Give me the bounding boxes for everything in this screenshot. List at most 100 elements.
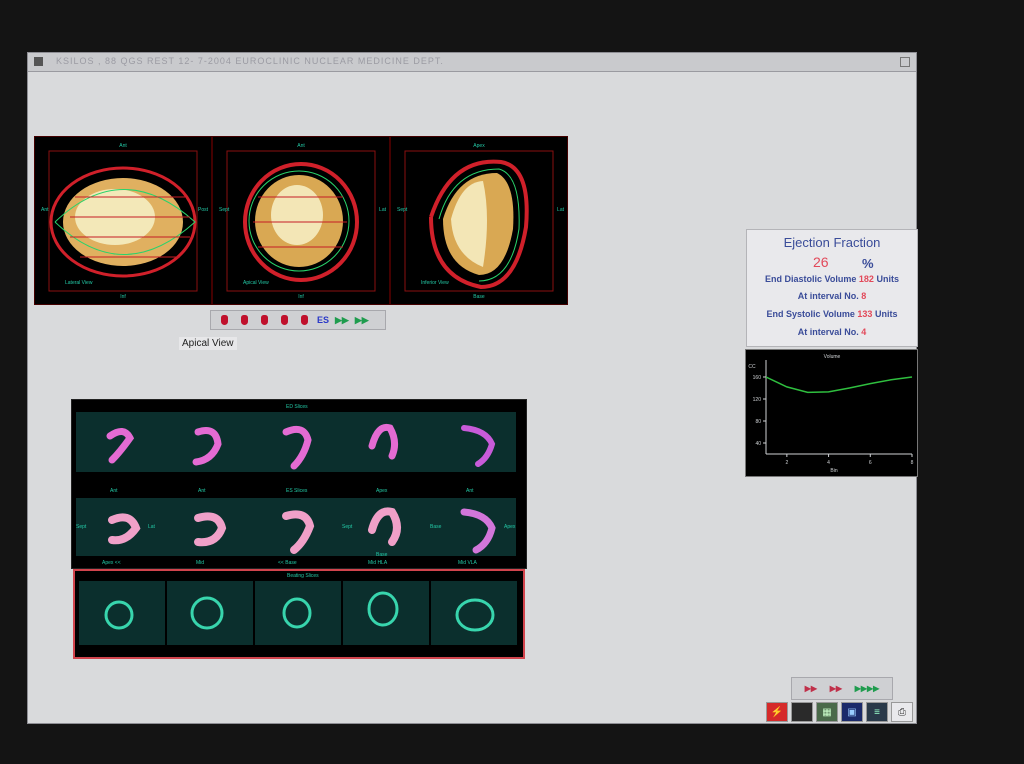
heart-view-button-5[interactable] [297,313,311,327]
beating-slices-panel[interactable]: Beating Slices [73,569,525,659]
ed-slices-header: ED Slices [286,404,308,410]
beating-slices-image [79,581,517,645]
pause-red-icon[interactable]: ▶▶ [830,684,842,693]
maximize-icon[interactable] [900,57,910,67]
slice-bottom-label: Mid [196,560,205,566]
slice-side-label: Sept [76,524,87,530]
heart-view-button-1[interactable] [217,313,231,327]
slice-side-label: Sept [342,524,353,530]
orient-top: Ant [297,143,305,149]
orient-top: Apex [473,143,485,149]
orient-left: Ant [41,207,49,213]
heart-icon [280,315,288,325]
black-square-icon[interactable] [791,702,813,722]
ef-title: Ejection Fraction [783,235,881,250]
window-title: KSILOS , 88 QGS REST 12- 7-2004 EUROCLIN… [56,56,444,66]
orient-left: Sept [219,207,230,213]
ejection-fraction-panel: Ejection Fraction 26 % End Diastolic Vol… [746,229,918,347]
orient-right: Lat [379,207,386,213]
ed-es-slices-panel[interactable]: ED Slices ES Slices Ant Ant Apex Ant Sep… [71,399,527,569]
volume-series-line [765,376,913,394]
view-name: Apical View [243,280,269,286]
x-tick-label: 8 [911,460,914,466]
view-toolbar: ES ▶▶ ▶▶ [210,310,386,330]
y-tick-label: 160 [753,375,762,381]
orient-right: Post [197,207,208,213]
slices-image [72,400,526,568]
edv-row: End Diastolic Volume 182 Units [747,274,917,284]
y-tick-label: 40 [755,441,761,447]
heart-view-button-2[interactable] [237,313,251,327]
orient-bottom: Inf [298,294,304,300]
orient-left: Sept [397,207,408,213]
app-window: KSILOS , 88 QGS REST 12- 7-2004 EUROCLIN… [27,52,918,724]
view-name: Inferior View [421,280,449,286]
ef-unit: % [862,256,874,271]
heart-view-button-4[interactable] [277,313,291,327]
y-axis-label: CC [748,364,756,370]
pause-play-icon[interactable]: ▶▶ [355,315,369,326]
fast-forward-icon[interactable]: ▶▶▶▶ [855,684,880,693]
heart-icon [240,315,248,325]
es-slices-header: ES Slices [286,488,308,494]
esv-row: End Systolic Volume 133 Units [747,309,917,319]
ed-interval-value: 8 [861,291,867,301]
monitor-icon[interactable]: ▣ [841,702,863,722]
y-tick-label: 80 [755,419,761,425]
play-red-icon[interactable]: ▶▶ [805,684,817,693]
beating-slices-header: Beating Slices [287,573,319,579]
orient-top: Ant [119,143,127,149]
slice-side-label: Apex [504,524,516,530]
edv-value: 182 [858,274,874,284]
lightning-icon[interactable]: ⚡ [766,702,788,722]
ed-interval-row: At interval No. 8 [747,291,917,301]
x-tick-label: 6 [869,460,872,466]
heart-view-button-3[interactable] [257,313,271,327]
volume-curve-chart: Volume CC Bin 40 80 120 160 2 4 6 8 [745,349,918,477]
edv-label: End Diastolic Volume [765,274,857,284]
es-interval-label: At interval No. [797,327,859,337]
esv-label: End Systolic Volume [766,309,855,319]
apical-view-pane[interactable]: Ant Sept Lat Apical View Inf [212,136,390,305]
slice-side-label: Base [430,524,442,530]
slice-label: Base [376,552,388,558]
printer-icon[interactable]: ⎙ [891,702,913,722]
x-tick-label: 2 [785,460,788,466]
playback-bar: ▶▶ ▶▶ ▶▶▶▶ [791,677,893,700]
heart-icon [300,315,308,325]
orient-right: Lat [557,207,564,213]
esv-value: 133 [857,309,873,319]
heart-icon [260,315,268,325]
chart-title: Volume [824,354,841,360]
slice-bottom-label: Mid VLA [458,560,477,566]
es-button[interactable]: ES [317,315,329,325]
volume-chart-svg: Volume CC Bin 40 80 120 160 2 4 6 8 [748,354,914,474]
slice-side-label: Lat [148,524,155,530]
es-interval-row: At interval No. 4 [747,327,917,337]
inferior-view-pane[interactable]: Apex Sept Lat Inferior View Base [390,136,568,305]
edv-unit: Units [876,274,899,284]
slice-label: Ant [466,488,474,494]
bottom-icon-row: ⚡ ▦ ▣ ≡ ⎙ [766,701,918,723]
slice-bottom-label: << Base [278,560,297,566]
ed-interval-label: At interval No. [797,291,859,301]
tooltip: Apical View [179,337,237,350]
x-axis-label: Bin [830,468,837,474]
slice-bottom-label: Apex << [102,560,121,566]
slice-label: Ant [110,488,118,494]
y-tick-label: 120 [753,397,762,403]
esv-unit: Units [874,309,898,319]
ef-value: 26 [813,254,829,270]
es-interval-value: 4 [861,327,867,337]
title-bar[interactable]: KSILOS , 88 QGS REST 12- 7-2004 EUROCLIN… [28,53,916,72]
x-tick-label: 4 [827,460,830,466]
view-name: Lateral View [65,280,93,286]
orient-bottom: Base [473,294,485,300]
grid-icon[interactable]: ▦ [816,702,838,722]
play-icon[interactable]: ▶▶ [335,315,349,326]
orient-bottom: Inf [120,294,126,300]
list-icon[interactable]: ≡ [866,702,888,722]
slice-bottom-label: Mid HLA [368,560,388,566]
system-menu-icon[interactable] [34,57,43,66]
lateral-view-pane[interactable]: Ant Ant Post Lateral View Inf [34,136,212,305]
